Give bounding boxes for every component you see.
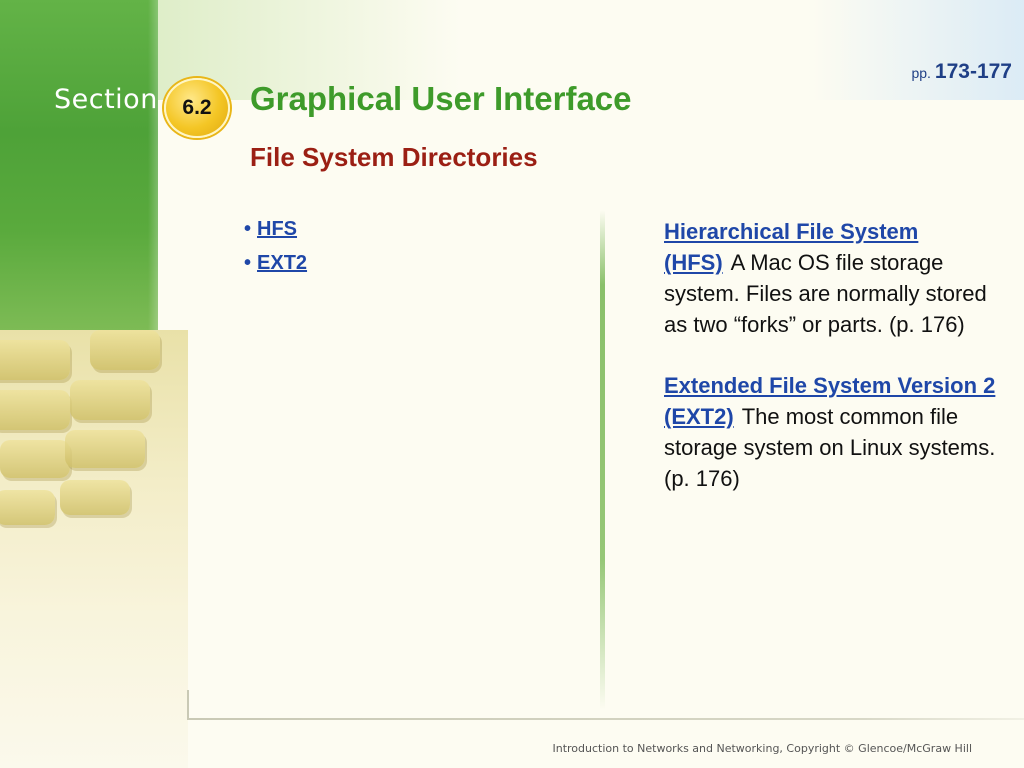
- section-label: Section: [54, 84, 158, 115]
- page-reference: pp. 173-177: [911, 60, 1012, 84]
- keyboard-photo: [0, 330, 188, 768]
- slide-subtitle: File System Directories: [250, 142, 538, 172]
- copyright-footer: Introduction to Networks and Networking,…: [552, 742, 973, 755]
- bullet-icon: •: [244, 218, 252, 240]
- page-prefix: pp.: [911, 65, 931, 81]
- footer-rule: [188, 718, 1024, 720]
- definition-ext2: Extended File System Version 2 (EXT2) The…: [664, 370, 1004, 494]
- section-band: [0, 0, 158, 330]
- bullet-ext2[interactable]: • EXT2: [244, 252, 307, 275]
- slide-title: Graphical User Interface: [250, 80, 632, 117]
- section-number-badge: 6.2: [164, 78, 230, 138]
- column-divider: [600, 210, 605, 710]
- page-range: 173-177: [934, 60, 1012, 83]
- bullet-hfs[interactable]: • HFS: [244, 218, 307, 241]
- bullet-label: EXT2: [257, 252, 308, 274]
- definitions-panel: Hierarchical File System (HFS) A Mac OS f…: [664, 216, 1004, 524]
- definition-hfs: Hierarchical File System (HFS) A Mac OS f…: [664, 216, 1004, 340]
- footer-rule-corner: [187, 690, 189, 720]
- bullet-icon: •: [244, 252, 252, 274]
- bullet-list: • HFS • EXT2: [244, 218, 307, 286]
- bullet-label: HFS: [257, 218, 298, 240]
